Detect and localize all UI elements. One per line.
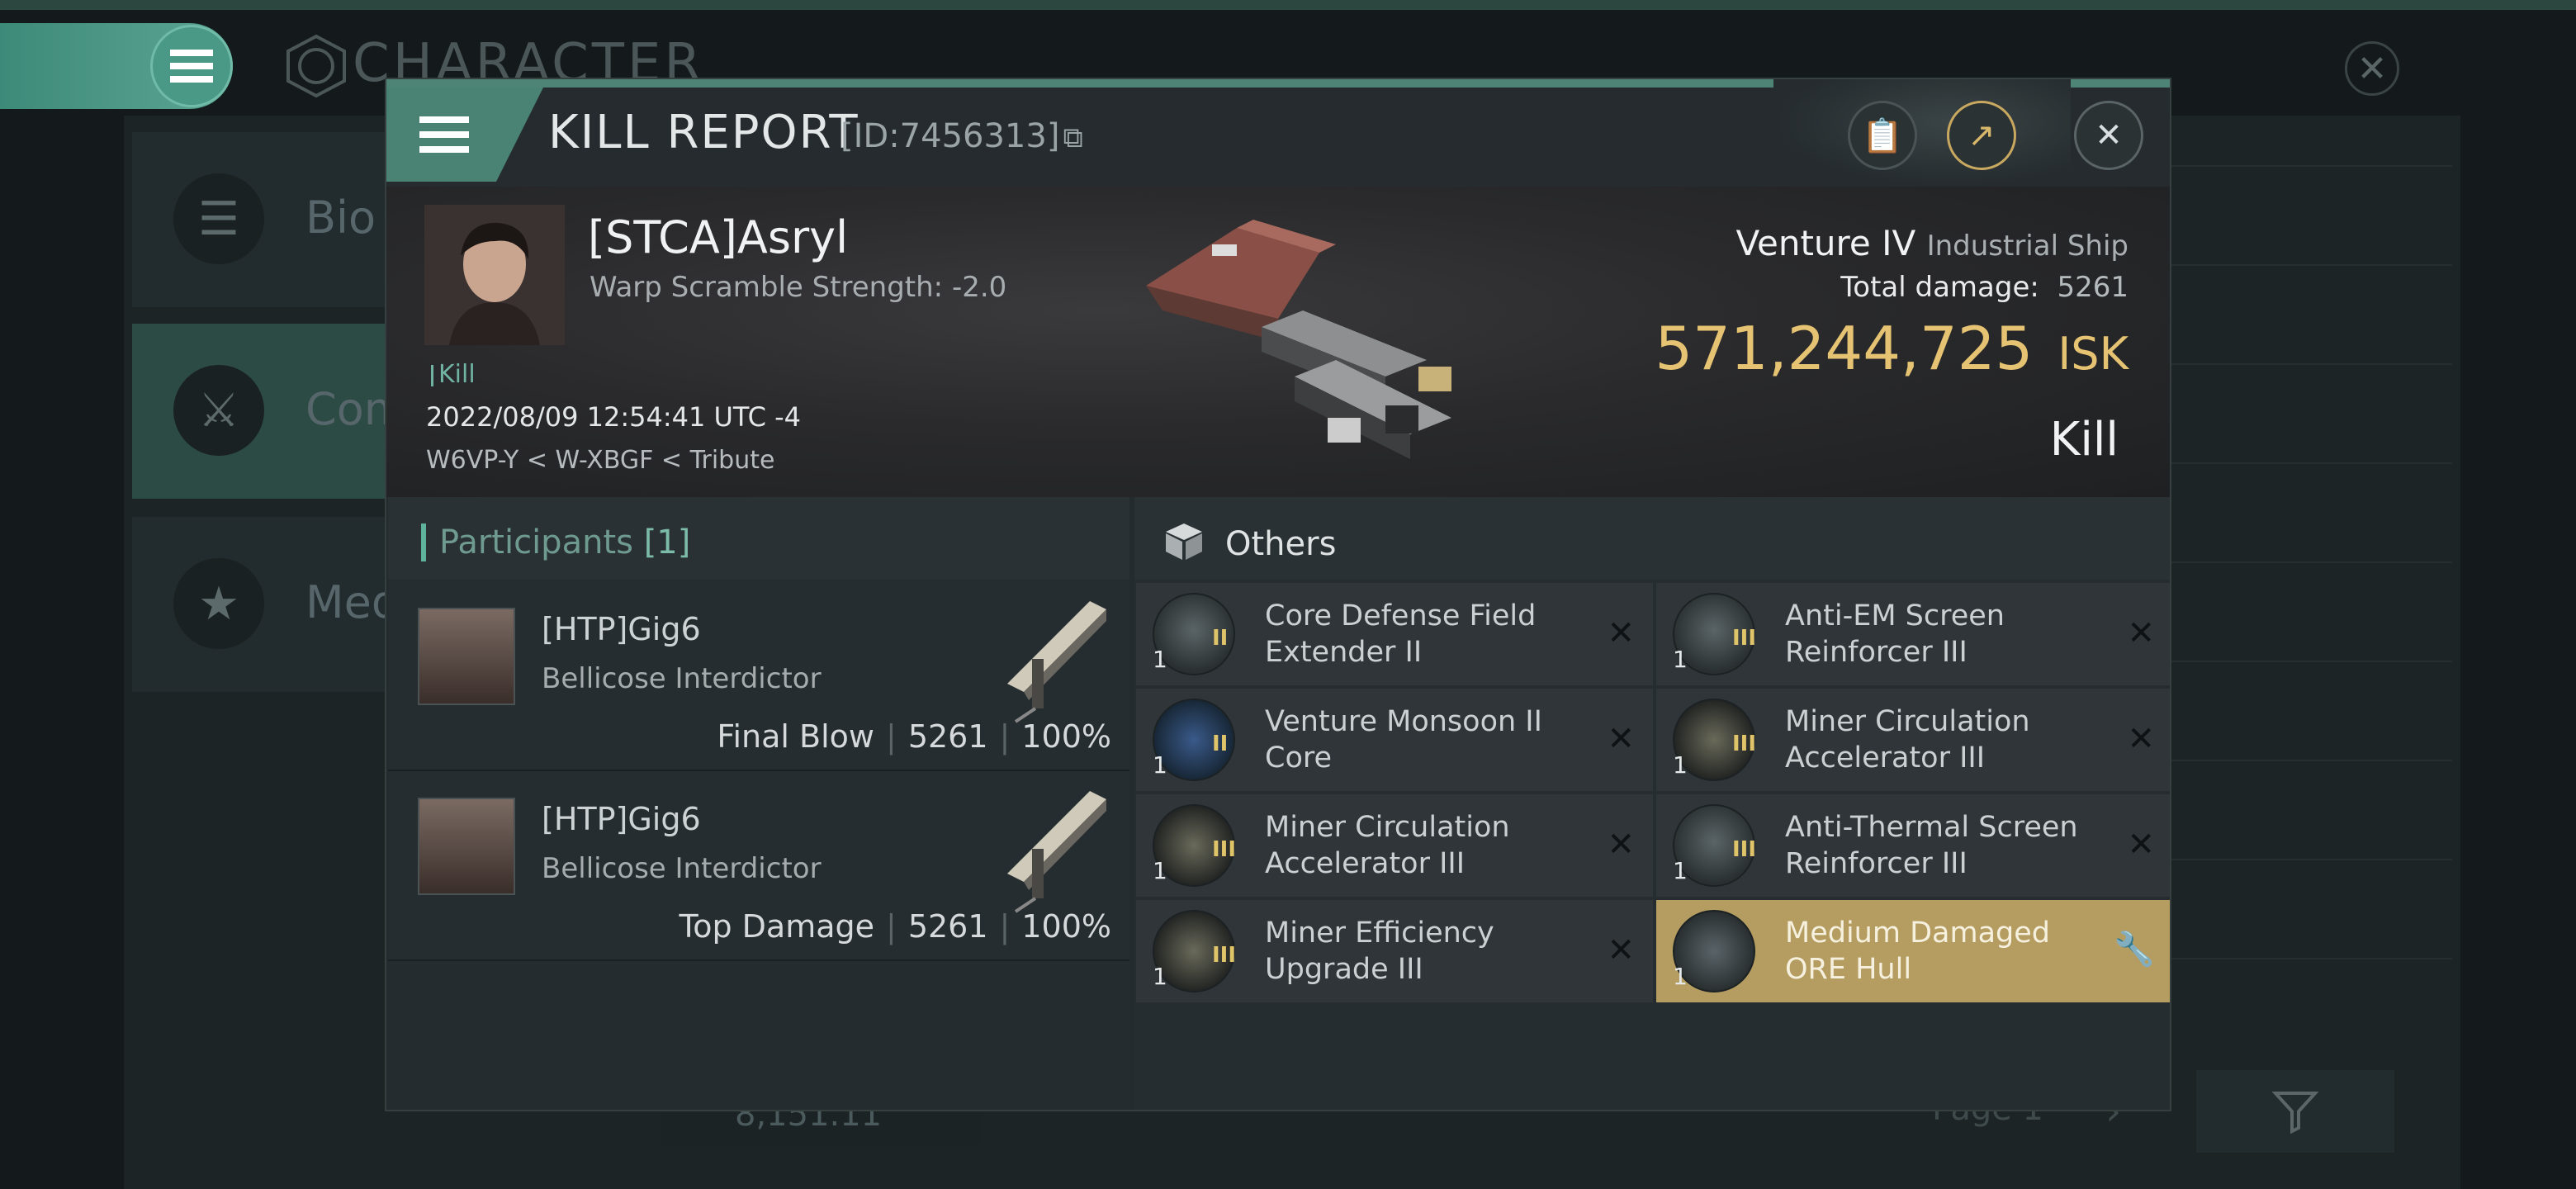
interdictor-ship-icon — [1007, 791, 1106, 913]
share-icon: ↗ — [1968, 116, 1996, 154]
destroyed-icon: ✕ — [2127, 826, 2155, 864]
participants-label: Participants [1] — [439, 523, 691, 561]
victim-name[interactable]: [STCA]Asryl — [588, 211, 848, 263]
top-status-line — [0, 0, 2576, 10]
vitruvian-icon — [286, 35, 346, 98]
clipboard-button[interactable]: 📋 — [1848, 101, 1917, 170]
character-close-button[interactable]: ✕ — [2345, 41, 2399, 96]
divider — [2122, 264, 2452, 266]
item-slot-dropped[interactable]: 1 Medium Damaged ORE Hull 🔧 — [1656, 900, 2170, 1002]
item-name: Core Defense Field Extender II — [1265, 599, 1537, 669]
participant-ship: Bellicose Interdictor — [542, 852, 822, 885]
item-slot[interactable]: III 1 Anti-Thermal Screen Reinforcer III… — [1656, 794, 2170, 897]
participant-stats: Final Blow | 5261 | 100% — [717, 718, 1111, 755]
divider — [2122, 462, 2452, 464]
participants-panel: Participants [1] [HTP]Gig6 Bellicose Int… — [388, 497, 1129, 1110]
participant-name: [HTP]Gig6 — [542, 611, 701, 647]
divider — [2122, 561, 2452, 563]
kill-report-id[interactable]: [ID:7456313] ⧉ — [841, 117, 1083, 155]
others-panel: Others II 1 Core Defense Field Extender … — [1134, 497, 2170, 1110]
victim-ship-image — [1113, 195, 1493, 476]
divider — [2122, 958, 2452, 959]
divider — [2122, 760, 2452, 761]
ship-class: Industrial Ship — [1926, 230, 2129, 263]
filter-icon — [2272, 1092, 2318, 1135]
cube-icon — [1166, 523, 1202, 560]
others-label: Others — [1225, 525, 1337, 563]
destroyed-icon: ✕ — [2127, 614, 2155, 652]
star-icon: ★ — [173, 558, 264, 649]
item-name: Anti-EM Screen Reinforcer III — [1785, 599, 2005, 669]
kill-report-modal: KILL REPORT [ID:7456313] ⧉ 📋 ↗ ✕ [STCA]As… — [385, 78, 2171, 1111]
item-name: Miner Efficiency Upgrade III — [1265, 917, 1494, 986]
divider — [2122, 661, 2452, 662]
destroyed-icon: ✕ — [1607, 720, 1635, 758]
pilot-avatar — [424, 205, 565, 345]
participant-row[interactable]: [HTP]Gig6 Bellicose Interdictor Top Dama… — [388, 771, 1129, 961]
divider — [2122, 363, 2452, 365]
total-damage: Total damage: 5261 — [1840, 271, 2129, 304]
item-name: Miner Circulation Accelerator III — [1265, 811, 1510, 880]
item-slot[interactable]: II 1 Venture Monsoon II Core ✕ — [1136, 689, 1653, 791]
section-bar — [421, 523, 426, 561]
warp-scramble-strength: Warp Scramble Strength: -2.0 — [590, 271, 1007, 304]
header-ship-silhouette — [1773, 79, 2071, 187]
venture-ship-icon — [1146, 220, 1451, 459]
victim-portrait[interactable] — [424, 205, 565, 345]
participant-stats: Top Damage | 5261 | 100% — [679, 908, 1111, 945]
copy-icon[interactable]: ⧉ — [1063, 121, 1082, 154]
close-icon: ✕ — [2356, 47, 2388, 90]
kill-tag: Kill — [431, 360, 476, 389]
crossed-swords-icon: ⚔ — [173, 365, 264, 456]
filter-button[interactable] — [2196, 1070, 2394, 1153]
main-menu-button[interactable] — [150, 25, 233, 107]
tag-bar — [431, 364, 433, 386]
kill-result: Kill — [2049, 413, 2119, 467]
item-name: Miner Circulation Accelerator III — [1785, 705, 2030, 775]
kill-report-title: KILL REPORT — [548, 106, 859, 159]
share-button[interactable]: ↗ — [1947, 101, 2016, 170]
interdictor-ship-icon — [1007, 601, 1106, 723]
item-name: Venture Monsoon II Core — [1265, 705, 1542, 775]
item-slot[interactable]: III 1 Miner Circulation Accelerator III … — [1656, 689, 2170, 791]
divider — [2122, 165, 2452, 167]
item-slot[interactable]: III 1 Miner Efficiency Upgrade III ✕ — [1136, 900, 1653, 1002]
participant-name: [HTP]Gig6 — [542, 801, 701, 837]
item-slot[interactable]: III 1 Anti-EM Screen Reinforcer III ✕ — [1656, 583, 2170, 685]
destroyed-icon: ✕ — [1607, 826, 1635, 864]
item-slot[interactable]: II 1 Core Defense Field Extender II ✕ — [1136, 583, 1653, 685]
kill-location[interactable]: W6VP-Y < W-XBGF < Tribute — [426, 446, 774, 475]
wrench-icon: 🔧 — [2114, 931, 2155, 969]
participant-row[interactable]: [HTP]Gig6 Bellicose Interdictor Final Bl… — [388, 581, 1129, 771]
ship-name[interactable]: Venture IV Industrial Ship — [1736, 223, 2129, 263]
hamburger-icon — [419, 116, 469, 153]
clipboard-icon: 📋 — [1862, 116, 1903, 155]
destroyed-icon: ✕ — [1607, 614, 1635, 652]
kill-datetime: 2022/08/09 12:54:41 UTC -4 — [426, 401, 802, 433]
item-name: Anti-Thermal Screen Reinforcer III — [1785, 811, 2078, 880]
close-icon: ✕ — [2095, 116, 2123, 154]
item-name: Medium Damaged ORE Hull — [1785, 917, 2050, 986]
participant-ship: Bellicose Interdictor — [542, 662, 822, 695]
destroyed-icon: ✕ — [2127, 720, 2155, 758]
divider — [2122, 859, 2452, 860]
isk-value: 571,244,725 ISK — [1655, 314, 2129, 383]
modal-close-button[interactable]: ✕ — [2074, 101, 2143, 170]
destroyed-icon: ✕ — [1607, 931, 1635, 969]
participant-avatar — [418, 798, 515, 895]
item-slot[interactable]: III 1 Miner Circulation Accelerator III … — [1136, 794, 1653, 897]
list-icon: ☰ — [173, 173, 264, 264]
hamburger-icon — [170, 50, 213, 83]
participant-avatar — [418, 608, 515, 705]
